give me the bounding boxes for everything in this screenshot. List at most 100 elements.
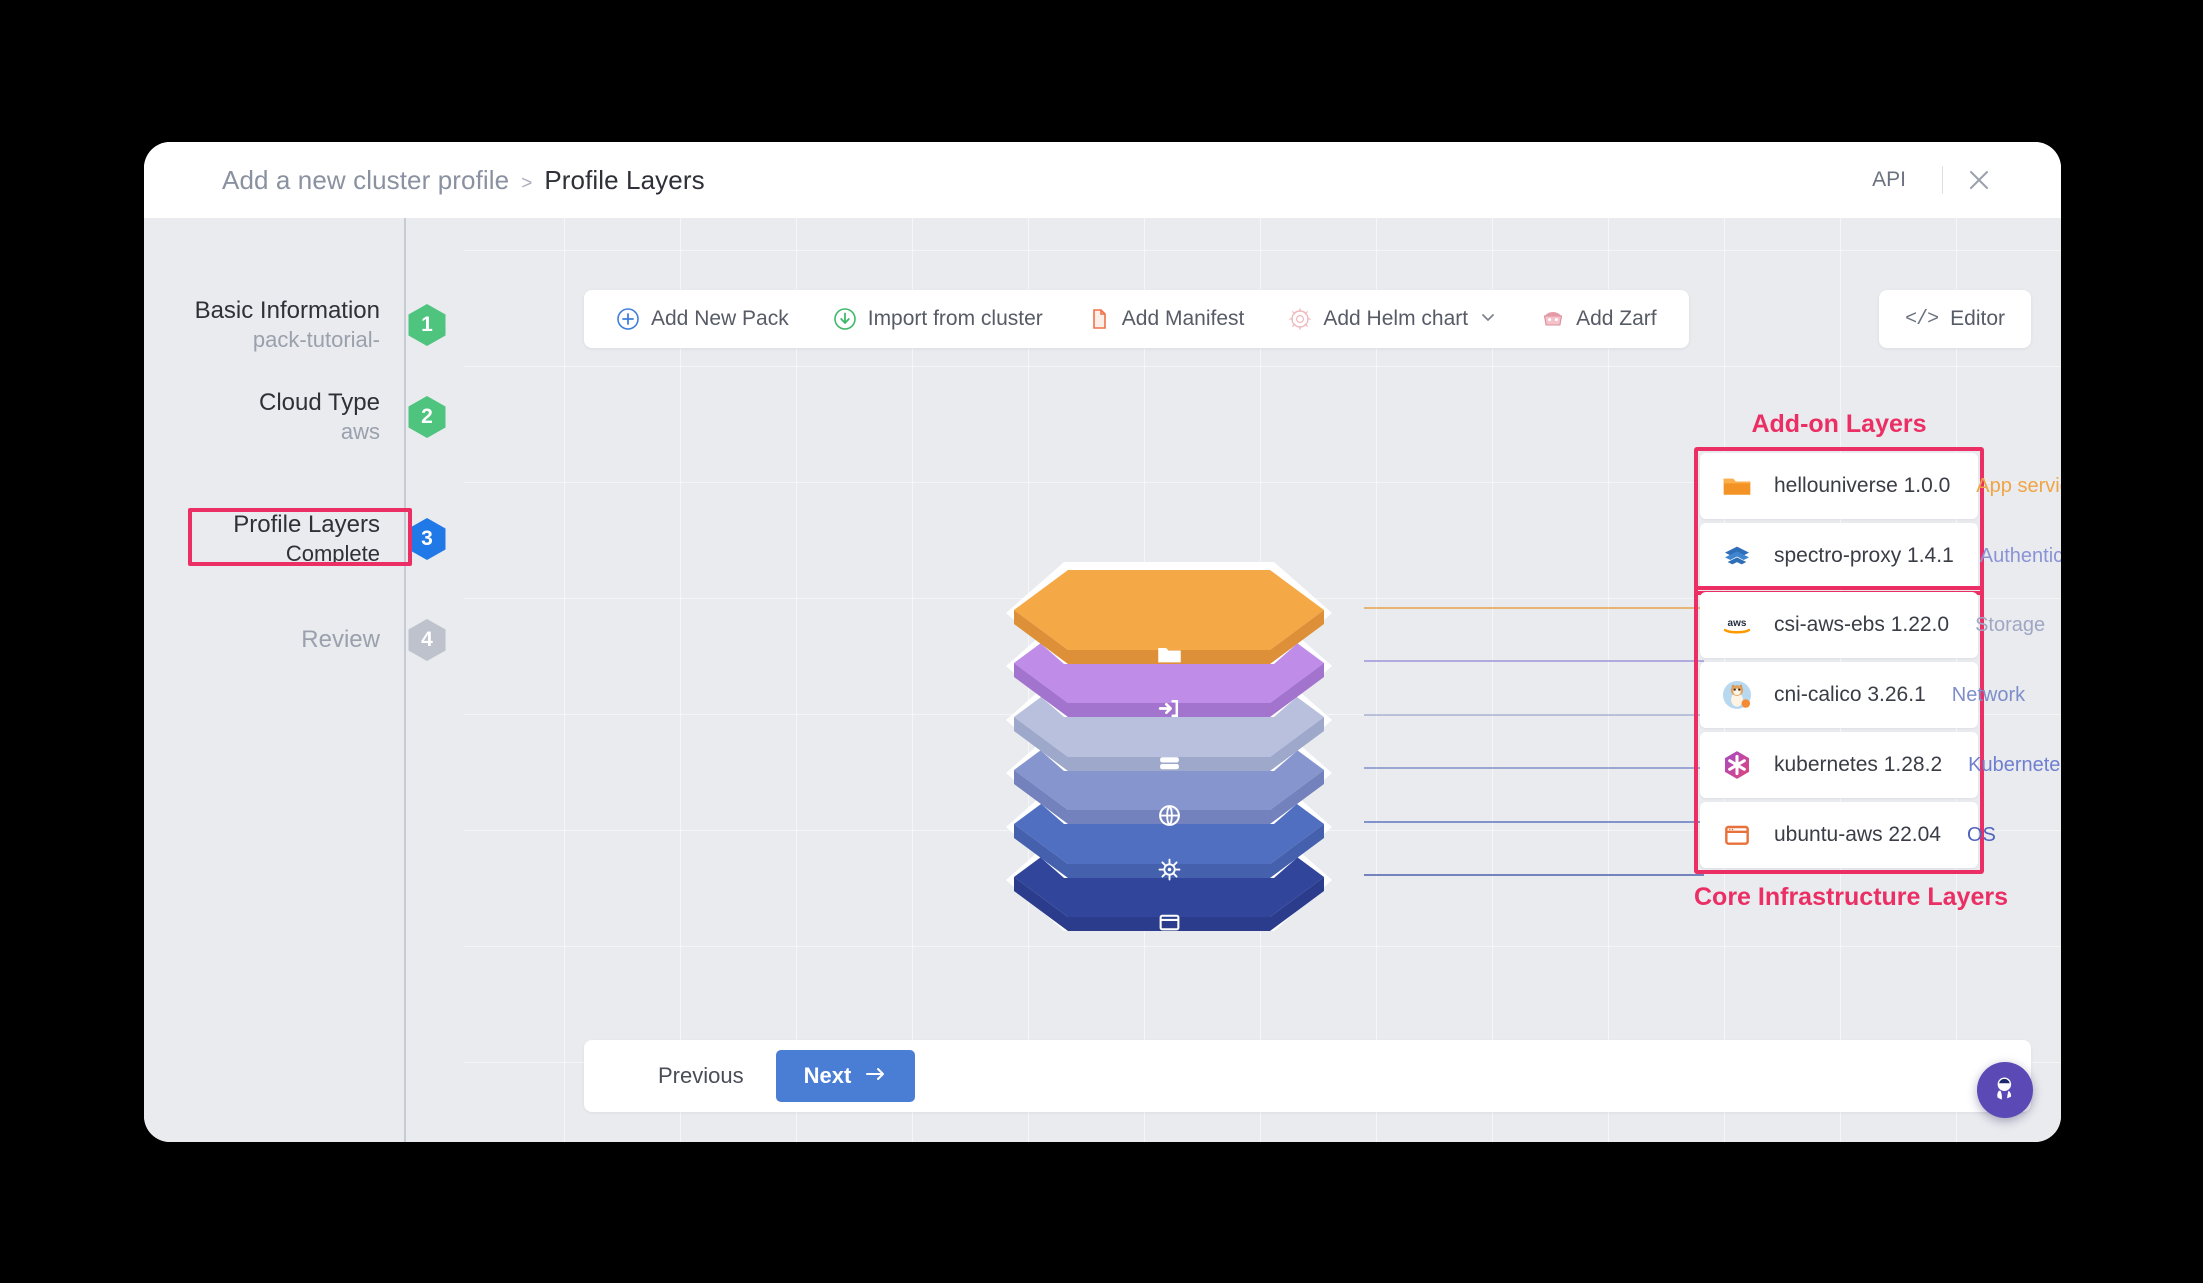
step-number: 3 — [421, 527, 433, 551]
storage-server-icon — [1004, 750, 1334, 775]
step-title: Cloud Type — [144, 388, 380, 418]
os-window-icon — [1004, 910, 1334, 935]
core-layers-box: aws csi-aws-ebs 1.22.0 Storage — [1694, 586, 1984, 874]
breadcrumb: Add a new cluster profile > Profile Laye… — [222, 165, 705, 196]
download-circle-icon — [833, 307, 857, 331]
pack-name: kubernetes 1.28.2 — [1774, 753, 1942, 777]
svg-text:aws: aws — [1728, 618, 1747, 629]
pack-row-ubuntu-aws[interactable]: ubuntu-aws 22.04 OS — [1700, 802, 1978, 868]
add-zarf-button[interactable]: Add Zarf — [1519, 290, 1679, 348]
spectro-proxy-icon — [1720, 539, 1754, 573]
breadcrumb-current: Profile Layers — [544, 165, 704, 196]
pack-category: Authentication — [1954, 545, 2061, 568]
breadcrumb-parent[interactable]: Add a new cluster profile — [222, 165, 509, 196]
helm-icon — [1288, 307, 1312, 331]
step-subtitle: aws — [144, 418, 380, 447]
pack-row-csi-aws-ebs[interactable]: aws csi-aws-ebs 1.22.0 Storage — [1700, 592, 1978, 658]
pack-category: App services — [1950, 475, 2061, 498]
addon-layers-annotation-label: Add-on Layers — [1694, 410, 1984, 439]
layer-stack-diagram — [1004, 558, 1474, 978]
pack-name: hellouniverse 1.0.0 — [1774, 474, 1950, 498]
profile-canvas: Add New Pack Import from cluster Add Man… — [464, 218, 2061, 1142]
pack-name: spectro-proxy 1.4.1 — [1774, 544, 1954, 568]
pack-category: Kubernetes — [1942, 754, 2061, 777]
header-divider — [1942, 166, 1943, 194]
step-subtitle: pack-tutorial- — [144, 326, 380, 355]
chevron-down-icon — [1479, 308, 1497, 331]
sidebar-step-basic-information[interactable]: Basic Information pack-tutorial- 1 — [144, 296, 464, 355]
core-layers-annotation-label: Core Infrastructure Layers — [1694, 883, 1984, 912]
pack-row-cni-calico[interactable]: cni-calico 3.26.1 Network — [1700, 662, 1978, 728]
manifest-file-icon — [1087, 307, 1111, 331]
os-window-icon — [1720, 818, 1754, 852]
arrow-right-icon — [865, 1063, 887, 1089]
next-button[interactable]: Next — [776, 1050, 916, 1102]
editor-button[interactable]: </> Editor — [1879, 290, 2031, 348]
plus-circle-icon — [616, 307, 640, 331]
wizard-footer: Previous Next — [584, 1040, 2031, 1112]
step-badge-4: 4 — [407, 618, 447, 662]
pack-category: Network — [1926, 684, 2025, 707]
sidebar-step-cloud-type[interactable]: Cloud Type aws 2 — [144, 388, 464, 447]
step-badge-3: 3 — [407, 517, 447, 561]
pack-name: csi-aws-ebs 1.22.0 — [1774, 613, 1949, 637]
stack-layer-app-services[interactable] — [1004, 558, 1334, 670]
pack-row-kubernetes[interactable]: kubernetes 1.28.2 Kubernetes — [1700, 732, 1978, 798]
core-layers-group: aws csi-aws-ebs 1.22.0 Storage — [1694, 586, 1984, 912]
tool-label: Add Zarf — [1576, 307, 1657, 331]
tool-label: Add Helm chart — [1323, 307, 1468, 331]
pack-name: cni-calico 3.26.1 — [1774, 683, 1926, 707]
addon-layers-group: Add-on Layers hellouniverse 1.0.0 App se… — [1694, 410, 1984, 595]
pack-category: Storage — [1949, 614, 2045, 637]
add-helm-chart-button[interactable]: Add Helm chart — [1266, 290, 1519, 348]
sidebar-step-review[interactable]: Review 4 — [144, 618, 464, 662]
dialog-body: Basic Information pack-tutorial- 1 Cloud… — [144, 218, 2061, 1142]
pack-name: ubuntu-aws 22.04 — [1774, 823, 1941, 847]
add-manifest-button[interactable]: Add Manifest — [1065, 290, 1267, 348]
breadcrumb-separator: > — [521, 173, 532, 195]
tool-label: Add Manifest — [1122, 307, 1245, 331]
step-badge-1: 1 — [407, 303, 447, 347]
addon-layers-box: hellouniverse 1.0.0 App services spectro… — [1694, 447, 1984, 595]
editor-label: Editor — [1950, 307, 2005, 331]
dialog-header: Add a new cluster profile > Profile Laye… — [144, 142, 2061, 218]
stepper-rail — [404, 218, 406, 1142]
api-button[interactable]: API — [1850, 160, 1928, 200]
previous-button[interactable]: Previous — [640, 1053, 762, 1099]
add-new-pack-button[interactable]: Add New Pack — [594, 290, 811, 348]
folder-icon — [1720, 469, 1754, 503]
login-arrow-icon — [1004, 696, 1334, 721]
step-number: 2 — [421, 405, 433, 429]
tool-label: Add New Pack — [651, 307, 789, 331]
header-actions: API — [1850, 142, 2001, 218]
aws-icon: aws — [1720, 608, 1754, 642]
pack-row-hellouniverse[interactable]: hellouniverse 1.0.0 App services — [1700, 453, 1978, 519]
astronaut-icon — [1990, 1073, 2020, 1108]
pack-row-spectro-proxy[interactable]: spectro-proxy 1.4.1 Authentication — [1700, 523, 1978, 589]
tool-label: Import from cluster — [868, 307, 1043, 331]
code-icon: </> — [1905, 308, 1938, 331]
cluster-profile-dialog: Add a new cluster profile > Profile Laye… — [144, 142, 2061, 1142]
pack-category: OS — [1941, 824, 1996, 847]
close-icon — [1966, 167, 1992, 193]
import-from-cluster-button[interactable]: Import from cluster — [811, 290, 1065, 348]
calico-icon — [1720, 678, 1754, 712]
globe-icon — [1004, 803, 1334, 828]
step-subtitle: Complete — [144, 540, 380, 569]
sidebar-step-profile-layers[interactable]: Profile Layers Complete 3 — [144, 510, 464, 569]
pack-toolbar: Add New Pack Import from cluster Add Man… — [584, 290, 1689, 348]
close-button[interactable] — [1957, 158, 2001, 202]
step-title: Basic Information — [144, 296, 380, 326]
step-title: Review — [144, 625, 380, 655]
step-number: 4 — [421, 628, 433, 652]
folder-icon — [1004, 641, 1334, 668]
step-badge-2: 2 — [407, 395, 447, 439]
step-title: Profile Layers — [144, 510, 380, 540]
zarf-icon — [1541, 307, 1565, 331]
step-number: 1 — [421, 313, 433, 337]
support-chat-button[interactable] — [1977, 1062, 2033, 1118]
wizard-stepper: Basic Information pack-tutorial- 1 Cloud… — [144, 218, 464, 1142]
next-label: Next — [804, 1063, 852, 1089]
kubernetes-icon — [1720, 748, 1754, 782]
helm-wheel-icon — [1004, 857, 1334, 882]
